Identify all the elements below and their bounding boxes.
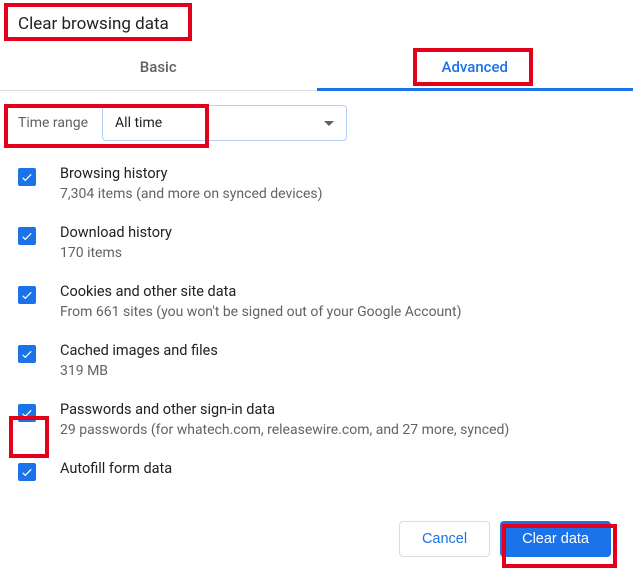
option-browsing-history: Browsing history 7,304 items (and more o… — [18, 165, 615, 202]
option-cookies: Cookies and other site data From 661 sit… — [18, 283, 615, 320]
check-icon — [20, 406, 34, 420]
check-icon — [20, 229, 34, 243]
option-autofill: Autofill form data — [18, 460, 615, 481]
option-desc: 170 items — [60, 245, 615, 261]
option-title: Autofill form data — [60, 460, 615, 477]
checkbox-download-history[interactable] — [18, 227, 36, 245]
checkbox-autofill[interactable] — [18, 463, 36, 481]
cancel-button[interactable]: Cancel — [399, 521, 490, 557]
option-title: Browsing history — [60, 165, 615, 182]
option-cached: Cached images and files 319 MB — [18, 342, 615, 379]
option-title: Passwords and other sign-in data — [60, 401, 615, 418]
option-desc: 319 MB — [60, 363, 615, 379]
clear-data-button[interactable]: Clear data — [500, 521, 611, 557]
option-title: Cached images and files — [60, 342, 615, 359]
chevron-down-icon — [324, 121, 334, 126]
checkbox-browsing-history[interactable] — [18, 168, 36, 186]
time-range-label: Time range — [18, 115, 88, 131]
option-passwords: Passwords and other sign-in data 29 pass… — [18, 401, 615, 438]
checkbox-cached[interactable] — [18, 345, 36, 363]
dialog-buttons: Cancel Clear data — [0, 507, 633, 575]
option-download-history: Download history 170 items — [18, 224, 615, 261]
tab-advanced[interactable]: Advanced — [317, 44, 633, 90]
option-desc: From 661 sites (you won't be signed out … — [60, 304, 615, 320]
check-icon — [20, 288, 34, 302]
checkbox-cookies[interactable] — [18, 286, 36, 304]
option-title: Download history — [60, 224, 615, 241]
tab-basic[interactable]: Basic — [0, 44, 317, 90]
check-icon — [20, 465, 34, 479]
time-range-select[interactable]: All time — [102, 105, 347, 141]
time-range-row: Time range All time — [18, 105, 615, 141]
option-desc: 29 passwords (for whatech.com, releasewi… — [60, 422, 615, 438]
content-area: Time range All time Browsing history 7,3… — [0, 91, 633, 496]
dialog-title: Clear browsing data — [0, 0, 633, 44]
check-icon — [20, 347, 34, 361]
check-icon — [20, 170, 34, 184]
option-title: Cookies and other site data — [60, 283, 615, 300]
time-range-value: All time — [115, 115, 162, 131]
checkbox-passwords[interactable] — [18, 404, 36, 422]
option-desc: 7,304 items (and more on synced devices) — [60, 186, 615, 202]
tabs: Basic Advanced — [0, 44, 633, 91]
